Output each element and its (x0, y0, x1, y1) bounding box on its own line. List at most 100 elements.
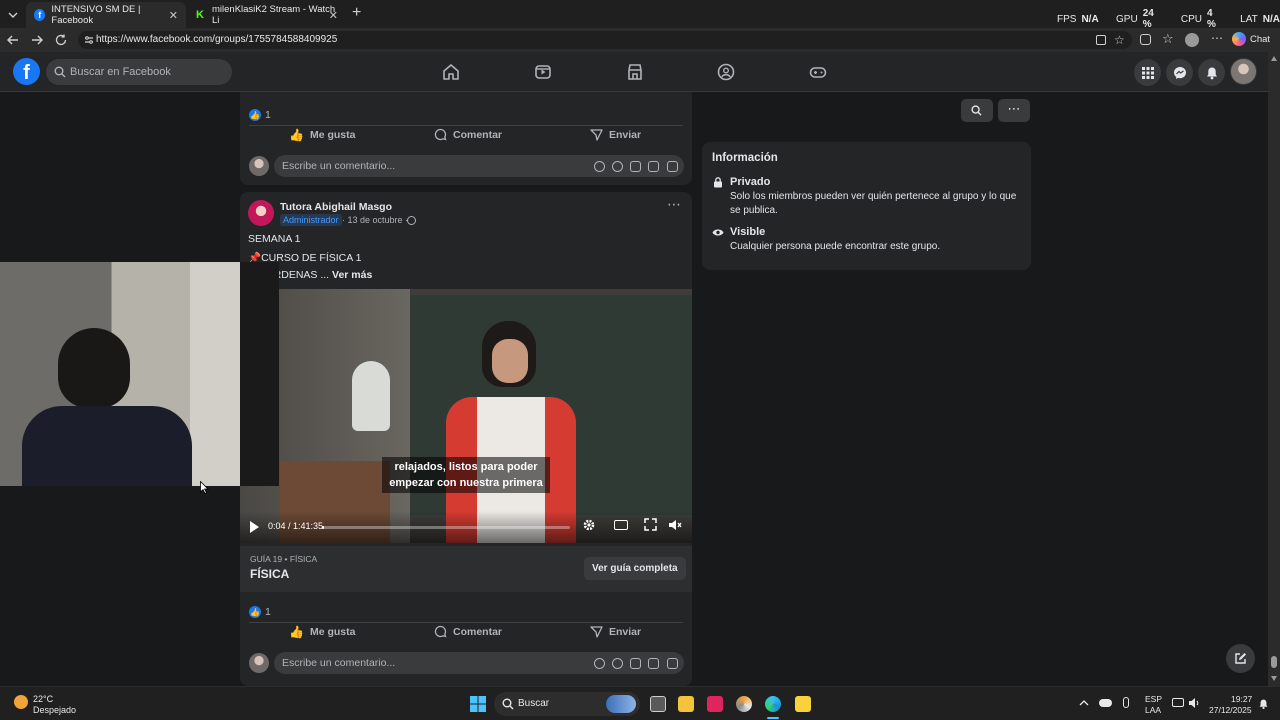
post-date[interactable]: · 13 de octubre · (342, 215, 408, 225)
new-tab-button[interactable]: + (352, 4, 361, 22)
scrollbar-thumb[interactable] (1271, 656, 1277, 668)
favorite-star-icon[interactable]: ☆ (1114, 33, 1125, 47)
task-view-icon[interactable] (650, 696, 666, 712)
comment-input[interactable] (282, 652, 582, 674)
like-button[interactable]: 👍 Me gusta (289, 625, 355, 639)
notifications-button[interactable] (1198, 59, 1225, 86)
account-avatar[interactable] (1230, 58, 1257, 85)
comment-button[interactable]: Comentar (434, 128, 502, 141)
favorites-icon[interactable]: ☆ (1162, 31, 1174, 47)
webcam-overlay (0, 262, 279, 486)
sticker-icon[interactable] (667, 658, 678, 669)
emoji-icon[interactable] (612, 161, 623, 172)
group-search-button[interactable] (961, 99, 993, 122)
nav-video-icon[interactable] (534, 63, 552, 81)
tab-close-icon[interactable]: ✕ (329, 9, 338, 22)
reload-icon[interactable] (54, 33, 68, 47)
emoji-icon[interactable] (612, 658, 623, 669)
group-options-button[interactable]: ⋯ (998, 99, 1030, 122)
start-windows-icon[interactable] (470, 696, 486, 712)
send-button[interactable]: Enviar (590, 625, 641, 638)
public-globe-icon (407, 216, 416, 225)
sticky-notes-icon[interactable] (795, 696, 811, 712)
author-avatar[interactable] (248, 200, 274, 226)
network-icon[interactable] (1172, 698, 1184, 707)
copilot-chat-button[interactable]: Chat (1232, 32, 1270, 46)
weather-widget[interactable]: 22°C Despejado (12, 691, 92, 717)
private-description: se publica. (730, 205, 778, 216)
menu-grid-button[interactable] (1134, 59, 1161, 86)
messenger-button[interactable] (1166, 59, 1193, 86)
see-more-link[interactable]: Ver más (332, 269, 372, 281)
camera-icon[interactable] (630, 658, 641, 669)
taskbar-search[interactable]: Buscar (494, 692, 640, 716)
input-layout[interactable]: LAA (1145, 705, 1161, 715)
mute-icon[interactable] (668, 518, 682, 532)
tab-kick-stream[interactable]: K milenKlasiK2 Stream - Watch Li ✕ (186, 2, 346, 28)
split-screen-icon[interactable] (1096, 35, 1106, 45)
nav-home-icon[interactable] (442, 63, 460, 81)
avatar-sticker-icon[interactable] (594, 161, 605, 172)
facebook-logo[interactable]: f (13, 58, 40, 85)
clock-time[interactable]: 19:27 (1231, 694, 1252, 704)
back-arrow-icon[interactable] (6, 33, 20, 47)
chrome-canary-icon[interactable] (736, 696, 752, 712)
like-count: 1 (265, 109, 271, 121)
comment-input[interactable] (282, 155, 582, 177)
fullscreen-icon[interactable] (644, 518, 657, 531)
notification-bell-icon[interactable] (1258, 698, 1269, 710)
metric-label: CPU (1180, 13, 1203, 25)
tab-close-icon[interactable]: ✕ (169, 9, 178, 22)
more-menu-icon[interactable]: ⋯ (1211, 31, 1223, 45)
play-icon[interactable] (250, 521, 259, 533)
guide-attachment[interactable]: GUÍA 19 • FÍSICA FÍSICA Ver guía complet… (240, 546, 692, 592)
volume-icon[interactable] (1188, 697, 1200, 709)
edge-browser-icon[interactable] (765, 696, 781, 712)
comment-box[interactable] (274, 652, 684, 674)
nav-gaming-icon[interactable] (809, 63, 827, 81)
info-title: Información (712, 152, 778, 164)
page-scrollbar[interactable] (1268, 52, 1280, 686)
new-message-button[interactable] (1226, 644, 1255, 673)
avatar-sticker-icon[interactable] (594, 658, 605, 669)
tab-list-chevron-icon[interactable] (6, 8, 20, 22)
scroll-up-arrow-icon[interactable] (1271, 56, 1277, 61)
sticker-icon[interactable] (667, 161, 678, 172)
search-box[interactable] (46, 59, 232, 85)
tab-facebook[interactable]: f INTENSIVO SM DE | Facebook ✕ (26, 2, 186, 28)
captions-icon[interactable] (614, 520, 628, 530)
comment-label: Comentar (453, 128, 503, 141)
tiktok-icon[interactable] (707, 696, 723, 712)
gif-icon[interactable] (648, 161, 659, 172)
author-name[interactable]: Tutora Abighail Masgo (280, 201, 392, 213)
video-time: 0:04 / 1:41:35 (268, 521, 324, 531)
input-language[interactable]: ESP (1145, 694, 1162, 704)
settings-gear-icon[interactable] (582, 518, 596, 532)
post-options-icon[interactable]: ⋯ (667, 196, 681, 213)
search-input[interactable] (70, 59, 230, 85)
nav-marketplace-icon[interactable] (626, 63, 644, 81)
send-button[interactable]: Enviar (590, 128, 641, 141)
windows-taskbar: 22°C Despejado Buscar ESP LAA 19:27 27/1… (0, 686, 1280, 720)
video-player[interactable]: relajados, listos para poder empezar con… (240, 289, 692, 543)
comment-button[interactable]: Comentar (434, 625, 502, 638)
nav-groups-icon[interactable] (717, 63, 735, 81)
clock-date[interactable]: 27/12/2025 (1209, 705, 1252, 715)
view-guide-button[interactable]: Ver guía completa (584, 557, 686, 580)
onedrive-icon[interactable] (1099, 699, 1112, 707)
site-info-icon[interactable] (84, 35, 94, 45)
forward-arrow-icon[interactable] (30, 33, 44, 47)
scroll-down-arrow-icon[interactable] (1271, 676, 1277, 681)
profile-avatar-icon[interactable] (1185, 33, 1199, 47)
gif-icon[interactable] (648, 658, 659, 669)
tray-chevron-icon[interactable] (1079, 699, 1089, 707)
microphone-icon[interactable] (1123, 697, 1129, 708)
facebook-favicon-icon: f (34, 9, 46, 21)
like-button[interactable]: 👍 Me gusta (289, 128, 355, 142)
comment-box[interactable] (274, 155, 684, 177)
video-progress-track[interactable] (322, 526, 570, 529)
file-explorer-icon[interactable] (678, 696, 694, 712)
extensions-icon[interactable] (1140, 34, 1151, 45)
camera-icon[interactable] (630, 161, 641, 172)
video-progress-fill (322, 526, 324, 529)
